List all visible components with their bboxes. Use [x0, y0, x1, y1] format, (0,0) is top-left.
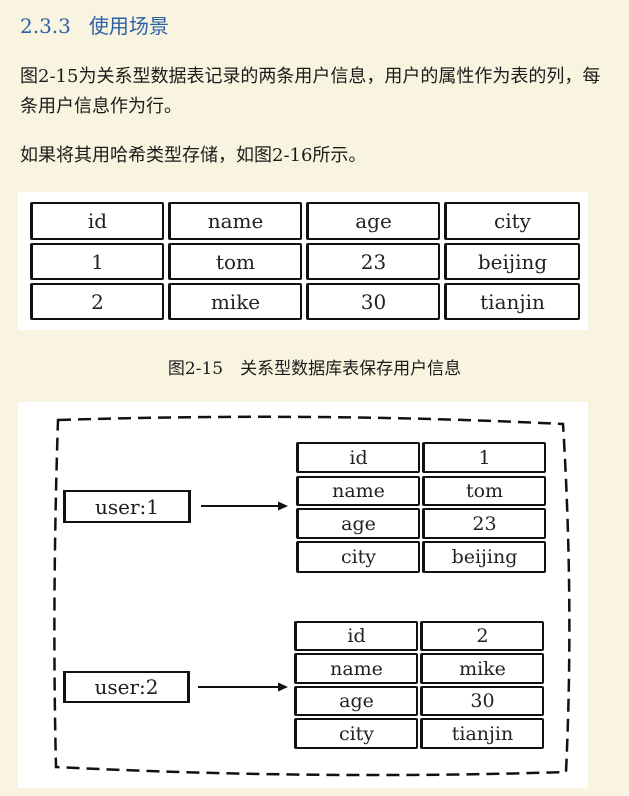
table-cell: 30	[306, 283, 440, 320]
hash-field-cell: id	[294, 621, 418, 651]
hash-value-cell: 2	[420, 621, 544, 651]
hash-field-cell: id	[296, 442, 420, 473]
paragraph-table-intro: 图2-15为关系型数据表记录的两条用户信息，用户的属性作为表的列，每条用户信息作…	[20, 66, 601, 117]
arrow-icon	[198, 682, 288, 692]
hash-value-cell: beijing	[422, 541, 546, 573]
hash-value-cell: 30	[420, 686, 544, 716]
hash-field-cell: age	[294, 686, 418, 716]
hash-value-cell: 1	[422, 442, 546, 473]
figure-caption: 图2-15 关系型数据库表保存用户信息	[167, 359, 462, 379]
hash-value-cell: 23	[422, 508, 546, 539]
arrow-icon	[201, 501, 288, 511]
section-number: 2.3.3	[20, 14, 71, 38]
table-cell: tom	[168, 243, 302, 280]
section-title: 使用场景	[88, 14, 169, 38]
relational-table-figure: id name age city 1 tom 23 beijing 2 mike…	[18, 192, 588, 330]
hash-value-cell: tianjin	[420, 718, 544, 749]
table-cell: 23	[306, 243, 440, 280]
hash-value-cell: tom	[422, 476, 546, 506]
hash-field-cell: name	[296, 476, 420, 506]
table-header-cell: age	[306, 202, 440, 240]
paragraph-hash-intro: 如果将其用哈希类型存储，如图2-16所示。	[20, 145, 367, 166]
hash-field-cell: name	[294, 653, 418, 684]
hash-value-cell: mike	[420, 653, 544, 684]
table-cell: 1	[30, 243, 164, 280]
hash-storage-figure: user:1 id 1 name tom age 23 city beijing…	[18, 402, 588, 788]
hash-field-cell: age	[296, 508, 420, 539]
hash-key-box: user:2	[63, 671, 190, 703]
table-cell: tianjin	[444, 283, 580, 320]
section-heading: 2.3.3 使用场景	[20, 10, 169, 39]
table-cell: mike	[168, 283, 302, 320]
table-header-cell: id	[30, 202, 164, 240]
table-cell: 2	[30, 283, 164, 320]
hash-field-cell: city	[296, 541, 420, 573]
table-header-cell: name	[168, 202, 302, 240]
table-cell: beijing	[444, 243, 580, 280]
hash-field-cell: city	[294, 718, 418, 749]
table-header-cell: city	[444, 202, 580, 240]
hash-key-box: user:1	[63, 490, 191, 523]
